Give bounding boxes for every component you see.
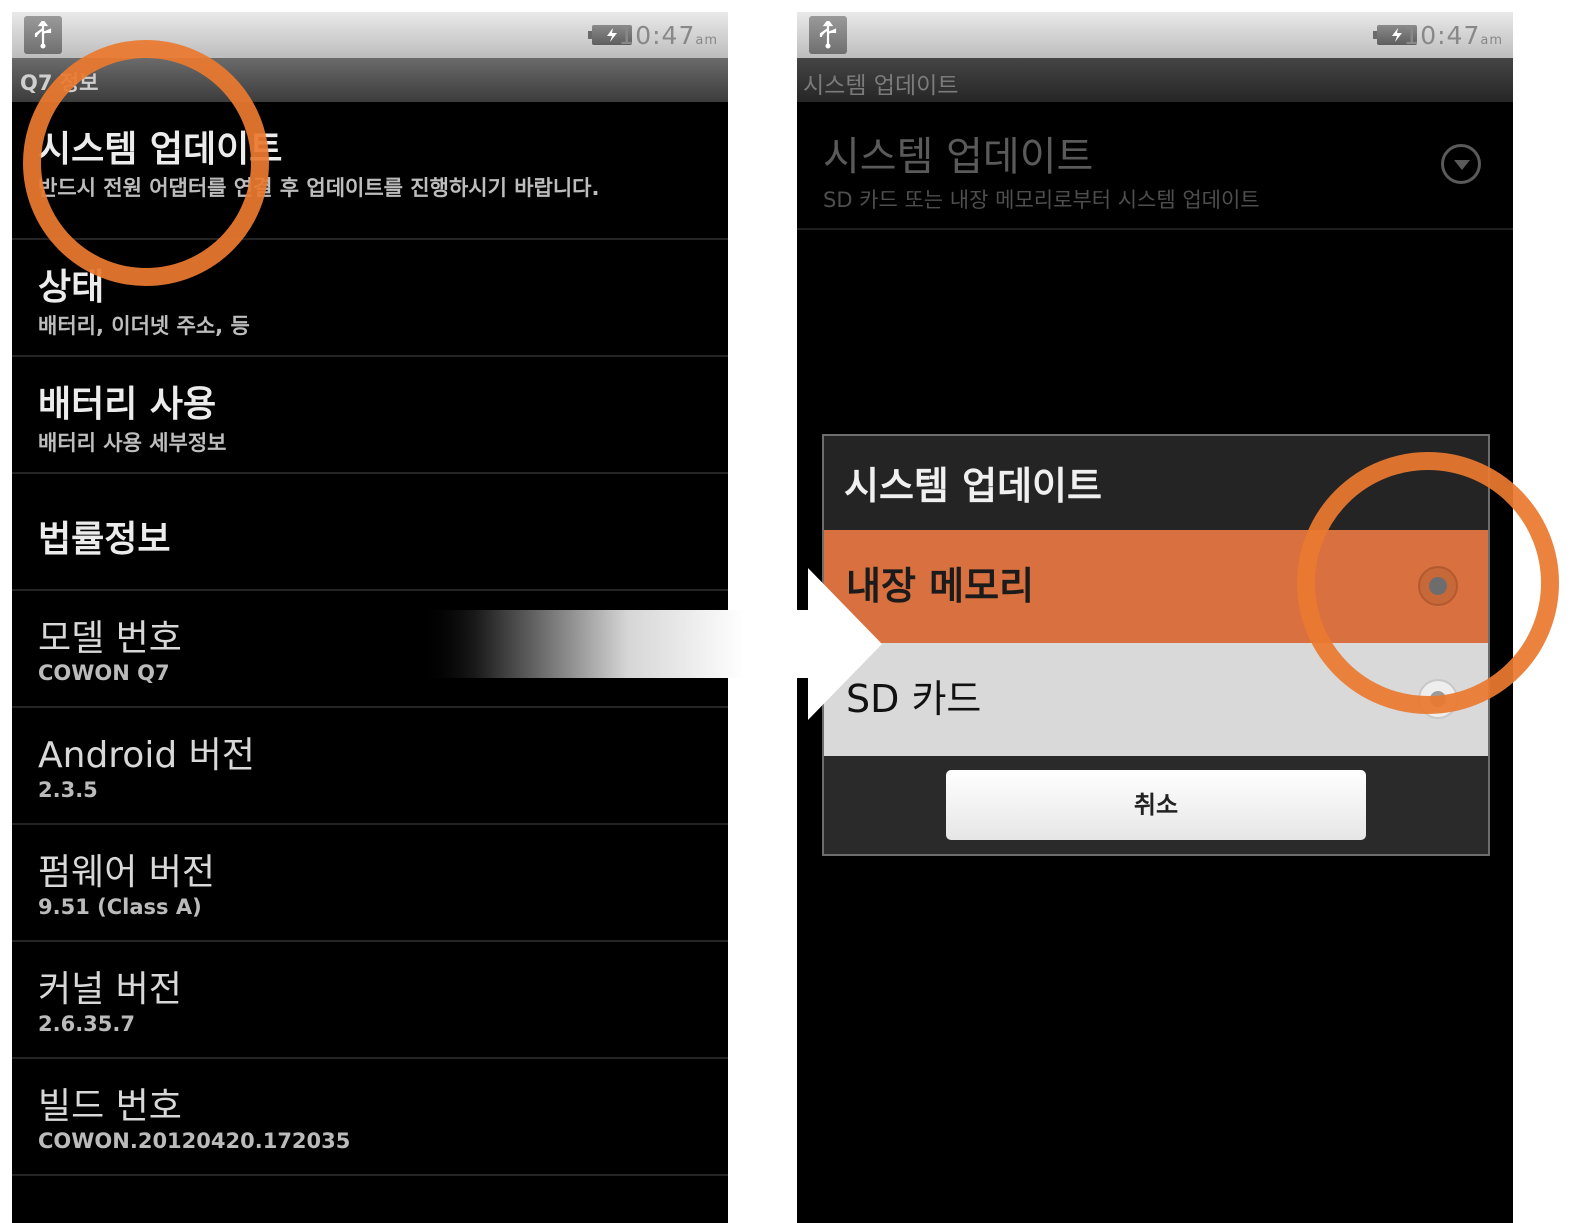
item-title: 모델 번호 bbox=[38, 618, 182, 659]
item-summary: 배터리, 이더넷 주소, 등 bbox=[38, 314, 250, 338]
title-bar: 시스템 업데이트 bbox=[797, 58, 1513, 102]
list-item-build-number: 빌드 번호 COWON.20120420.172035 bbox=[12, 1059, 728, 1176]
list-item-android-version: Android 버전 2.3.5 bbox=[12, 708, 728, 825]
highlight-circle bbox=[1297, 452, 1559, 714]
item-summary: SD 카드 또는 내장 메모리로부터 시스템 업데이트 bbox=[823, 188, 1260, 212]
item-summary: 배터리 사용 세부정보 bbox=[38, 431, 227, 455]
item-summary: 2.3.5 bbox=[38, 778, 98, 802]
item-summary: 9.51 (Class A) bbox=[38, 895, 202, 919]
screen-title: 시스템 업데이트 bbox=[803, 73, 959, 99]
status-bar: 10:47am bbox=[797, 12, 1513, 58]
usb-icon bbox=[24, 16, 62, 54]
dialog-footer: 취소 bbox=[824, 756, 1488, 854]
list-item-firmware-version: 펌웨어 버전 9.51 (Class A) bbox=[12, 825, 728, 942]
item-title: 펌웨어 버전 bbox=[38, 852, 216, 893]
cancel-button[interactable]: 취소 bbox=[946, 770, 1366, 840]
arrow-right-icon bbox=[420, 568, 882, 720]
clock: 10:47am bbox=[618, 21, 718, 50]
chevron-down-icon[interactable] bbox=[1441, 144, 1481, 184]
usb-icon bbox=[809, 16, 847, 54]
list-item-battery-use[interactable]: 배터리 사용 배터리 사용 세부정보 bbox=[12, 357, 728, 474]
item-summary: 2.6.35.7 bbox=[38, 1012, 135, 1036]
highlight-circle bbox=[23, 40, 269, 286]
clock: 10:47am bbox=[1403, 21, 1503, 50]
item-title: 법률정보 bbox=[38, 519, 171, 560]
item-title: 배터리 사용 bbox=[38, 384, 217, 425]
item-title: 커널 버전 bbox=[38, 969, 182, 1010]
item-title: Android 버전 bbox=[38, 735, 255, 776]
list-item-kernel-version: 커널 버전 2.6.35.7 bbox=[12, 942, 728, 1059]
item-summary: COWON.20120420.172035 bbox=[38, 1129, 351, 1153]
item-summary: COWON Q7 bbox=[38, 661, 170, 685]
item-title: 빌드 번호 bbox=[38, 1086, 182, 1127]
list-item-system-update[interactable]: 시스템 업데이트 SD 카드 또는 내장 메모리로부터 시스템 업데이트 bbox=[797, 102, 1513, 230]
item-title: 시스템 업데이트 bbox=[823, 134, 1094, 180]
